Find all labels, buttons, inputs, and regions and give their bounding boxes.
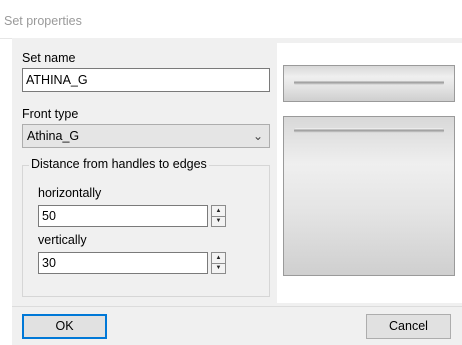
ok-button[interactable]: OK [22,314,107,339]
triangle-down-icon[interactable]: ▼ [211,263,226,274]
distance-group-title: Distance from handles to edges [29,157,209,171]
handle-bottom [294,128,444,133]
horizontal-label: horizontally [38,186,102,200]
vertical-label: vertically [38,233,87,247]
horizontal-input[interactable] [38,205,208,227]
vertical-input[interactable] [38,252,208,274]
title-bar: Set properties [0,0,462,39]
horizontal-spinner[interactable]: ▲ ▼ [211,205,226,227]
drawer-front-bottom [283,116,455,276]
triangle-down-icon[interactable]: ▼ [211,216,226,227]
front-type-value: Athina_G [27,129,80,143]
dialog-body: Set name Front type Athina_G ⌄ Distance … [12,38,462,345]
chevron-down-icon: ⌄ [252,129,263,143]
triangle-up-icon[interactable]: ▲ [211,252,226,264]
set-name-input[interactable] [22,68,270,92]
window-title: Set properties [4,14,82,28]
handle-top [294,80,444,85]
set-name-label: Set name [22,51,76,65]
front-type-select[interactable]: Athina_G ⌄ [22,124,270,148]
front-type-label: Front type [22,107,79,121]
vertical-spinner[interactable]: ▲ ▼ [211,252,226,274]
cancel-button[interactable]: Cancel [366,314,451,339]
separator [12,306,462,307]
drawer-front-top [283,65,455,102]
distance-groupbox [22,165,270,297]
triangle-up-icon[interactable]: ▲ [211,205,226,217]
front-preview [277,43,462,303]
